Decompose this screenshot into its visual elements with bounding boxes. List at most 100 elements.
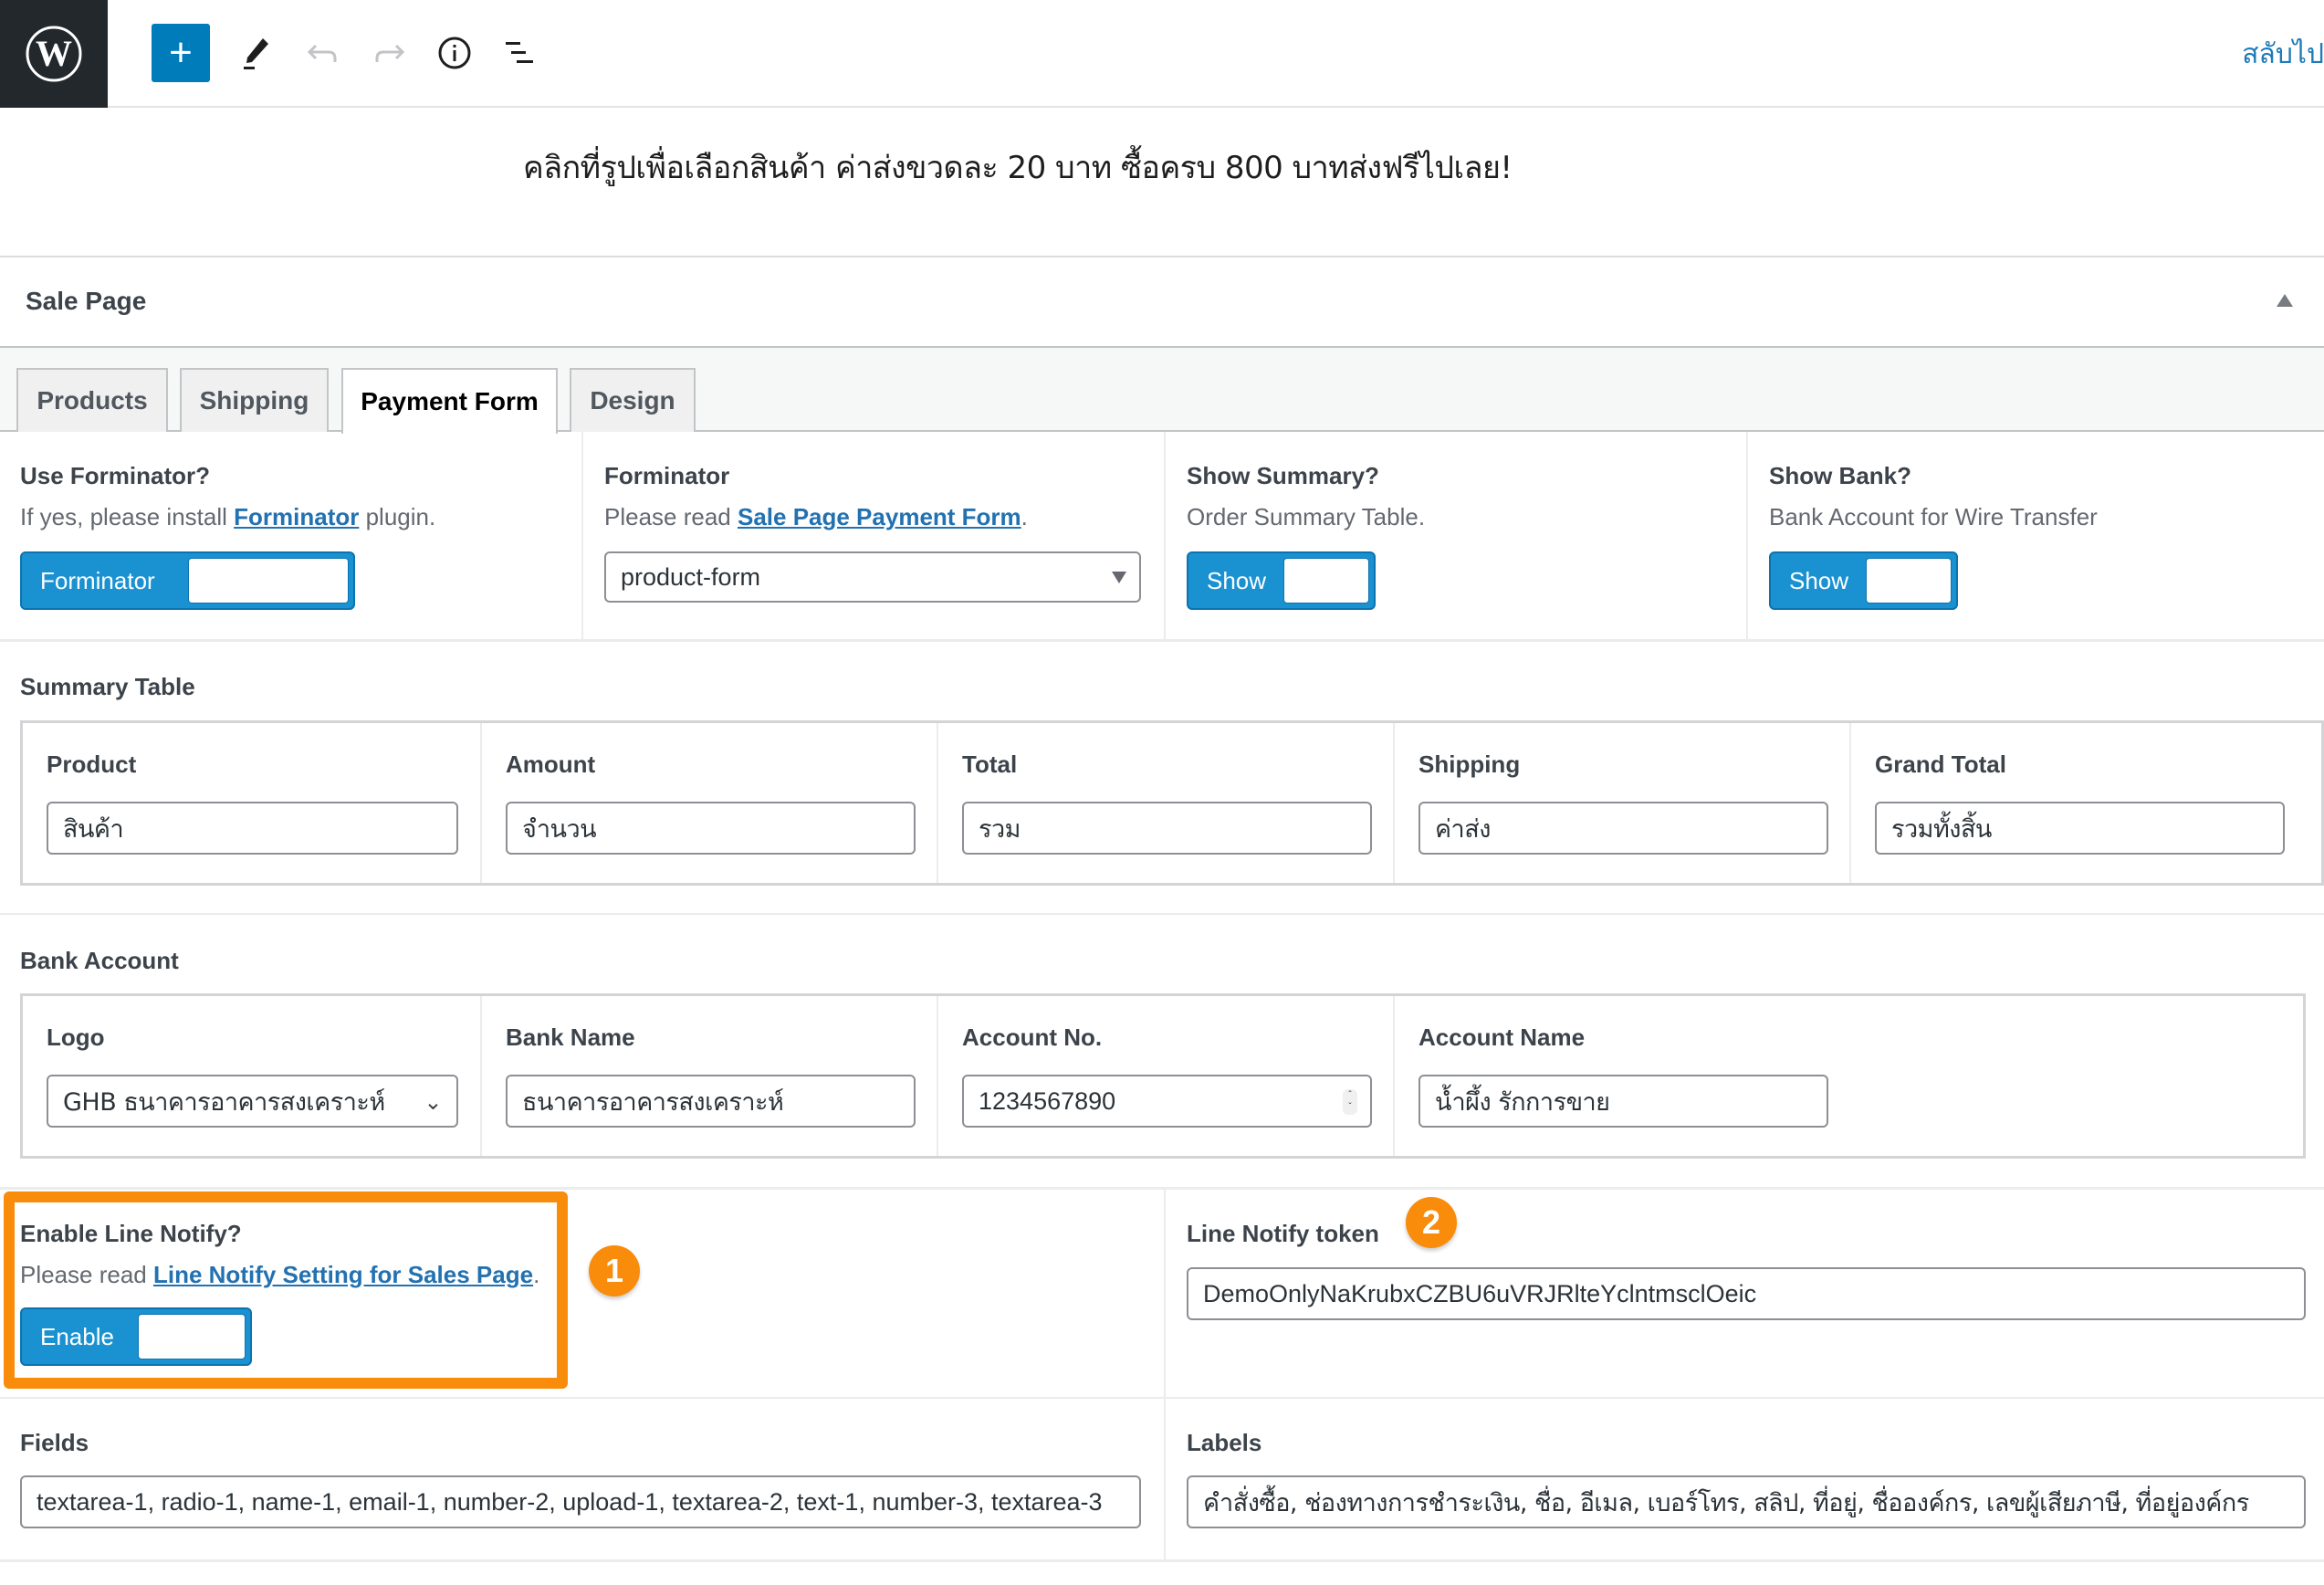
bank-column-account-name: Account Name น้ำผึ้ง รักการขาย (1395, 996, 2303, 1156)
column-header: Account Name (1418, 1023, 1586, 1051)
details-button[interactable] (425, 24, 484, 82)
summary-column-shipping: Shipping ค่าส่ง (1395, 723, 1851, 883)
show-summary-toggle[interactable]: Show (1187, 551, 1376, 610)
forminator-toggle[interactable]: Forminator (20, 551, 355, 610)
amount-label-input[interactable]: จำนวน (506, 802, 916, 855)
annotation-badge-2: 2 (1406, 1197, 1457, 1248)
tab-products[interactable]: Products (16, 368, 168, 432)
plus-icon: + (169, 30, 193, 75)
forminator-link[interactable]: Forminator (234, 503, 359, 530)
shipping-label-input[interactable]: ค่าส่ง (1418, 802, 1828, 855)
toggle-knob (1283, 558, 1369, 604)
sale-page-payment-form-link[interactable]: Sale Page Payment Form (738, 503, 1021, 530)
redo-icon (375, 44, 405, 62)
wordpress-icon: W (26, 26, 82, 82)
divider (581, 432, 583, 639)
show-bank-option: Show Bank? Bank Account for Wire Transfe… (1769, 462, 2098, 531)
option-label: Show Bank? (1769, 462, 1912, 489)
sale-page-panel-header[interactable]: Sale Page (0, 256, 2324, 348)
total-label-input[interactable]: รวม (962, 802, 1372, 855)
option-description: Please read Sale Page Payment Form. (604, 503, 1028, 531)
option-description: Order Summary Table. (1187, 503, 1426, 530)
add-block-button[interactable]: + (152, 24, 210, 82)
line-notify-token-label: Line Notify token (1187, 1220, 1379, 1247)
option-label: Show Summary? (1187, 462, 1379, 489)
line-notify-token-input[interactable]: DemoOnlyNaKrubxCZBU6uVRJRlteYclntmsclOei… (1187, 1267, 2306, 1320)
undo-button[interactable] (294, 24, 352, 82)
edit-pencil-icon (244, 38, 268, 69)
redo-button[interactable] (360, 24, 418, 82)
info-icon (438, 37, 471, 69)
column-header: Bank Name (506, 1023, 635, 1051)
use-forminator-option: Use Forminator? If yes, please install F… (20, 462, 435, 531)
summary-table-title: Summary Table (20, 673, 195, 700)
tab-shipping[interactable]: Shipping (180, 368, 329, 432)
column-header: Total (962, 751, 1018, 778)
tab-strip: Products Shipping Payment Form Design (0, 348, 2324, 434)
forminator-form-option: Forminator Please read Sale Page Payment… (604, 462, 1028, 531)
list-view-button[interactable] (491, 24, 550, 82)
divider (1164, 1399, 1166, 1561)
grand-total-label-input[interactable]: รวมทั้งสิ้น (1875, 802, 2285, 855)
number-spinner-icon[interactable]: ˆˇ (1343, 1089, 1357, 1115)
desc-text: . (1021, 503, 1028, 530)
select-value: product-form (621, 562, 761, 591)
annotation-highlight-box (4, 1191, 568, 1389)
column-header: Logo (47, 1023, 105, 1051)
account-name-input[interactable]: น้ำผึ้ง รักการขาย (1418, 1075, 1828, 1128)
divider (1746, 432, 1748, 639)
fields-input[interactable]: textarea-1, radio-1, name-1, email-1, nu… (20, 1475, 1141, 1528)
bank-column-account-no: Account No. 1234567890 ˆˇ (938, 996, 1395, 1156)
select-value: GHB ธนาคารอาคารสงเคราะห์ (63, 1087, 385, 1117)
edit-tools-button[interactable] (226, 24, 285, 82)
bank-account-title: Bank Account (20, 947, 179, 974)
bank-logo-select[interactable]: GHB ธนาคารอาคารสงเคราะห์ ⌄ (47, 1075, 458, 1128)
list-view-icon (506, 42, 533, 63)
fields-label: Fields (20, 1429, 89, 1456)
show-bank-toggle[interactable]: Show (1769, 551, 1958, 610)
bank-name-input[interactable]: ธนาคารอาคารสงเคราะห์ (506, 1075, 916, 1128)
bank-column-logo: Logo GHB ธนาคารอาคารสงเคราะห์ ⌄ (23, 996, 482, 1156)
summary-column-product: Product สินค้า (23, 723, 482, 883)
toggle-label: Forminator (40, 566, 155, 594)
panel-title: Sale Page (26, 287, 147, 315)
toggle-knob (1866, 558, 1952, 604)
column-header: Amount (506, 751, 596, 778)
toggle-knob (188, 558, 349, 604)
desc-text: plugin. (359, 503, 436, 530)
tab-payment-form[interactable]: Payment Form (341, 368, 558, 434)
forminator-form-select[interactable]: product-form (604, 551, 1141, 603)
account-number-input[interactable]: 1234567890 ˆˇ (962, 1075, 1372, 1128)
summary-column-amount: Amount จำนวน (482, 723, 938, 883)
wordpress-logo-button[interactable]: W (0, 0, 108, 108)
input-value: 1234567890 (979, 1086, 1116, 1115)
toggle-label: Show (1789, 566, 1849, 594)
post-content-paragraph[interactable]: คลิกที่รูปเพื่อเลือกสินค้า ค่าส่งขวดละ 2… (523, 142, 1513, 192)
toggle-label: Show (1207, 566, 1267, 594)
labels-input[interactable]: คำสั่งซื้อ, ช่องทางการชำระเงิน, ชื่อ, อี… (1187, 1475, 2306, 1528)
summary-column-grand-total: Grand Total รวมทั้งสิ้น (1851, 723, 2321, 883)
divider (0, 1559, 2324, 1562)
summary-column-total: Total รวม (938, 723, 1395, 883)
divider (0, 1397, 2324, 1399)
column-header: Shipping (1418, 751, 1521, 778)
column-header: Grand Total (1875, 751, 2006, 778)
column-header: Account No. (962, 1023, 1103, 1051)
undo-icon (307, 44, 337, 62)
switch-link[interactable]: สลับไป (2242, 33, 2324, 76)
editor-toolbar: W + สลับไป (0, 0, 2324, 108)
product-label-input[interactable]: สินค้า (47, 802, 458, 855)
chevron-down-icon: ⌄ (424, 1089, 442, 1115)
tab-design[interactable]: Design (570, 368, 696, 432)
desc-text: Please read (604, 503, 738, 530)
svg-text:W: W (36, 33, 72, 74)
divider (0, 1187, 2324, 1190)
divider (0, 913, 2324, 915)
labels-label: Labels (1187, 1429, 1262, 1456)
divider (0, 639, 2324, 642)
bank-column-name: Bank Name ธนาคารอาคารสงเคราะห์ (482, 996, 938, 1156)
show-summary-option: Show Summary? Order Summary Table. (1187, 462, 1425, 531)
annotation-badge-1: 1 (589, 1245, 640, 1296)
collapse-arrow-icon[interactable] (2277, 294, 2293, 307)
option-description: Bank Account for Wire Transfer (1769, 503, 2098, 530)
